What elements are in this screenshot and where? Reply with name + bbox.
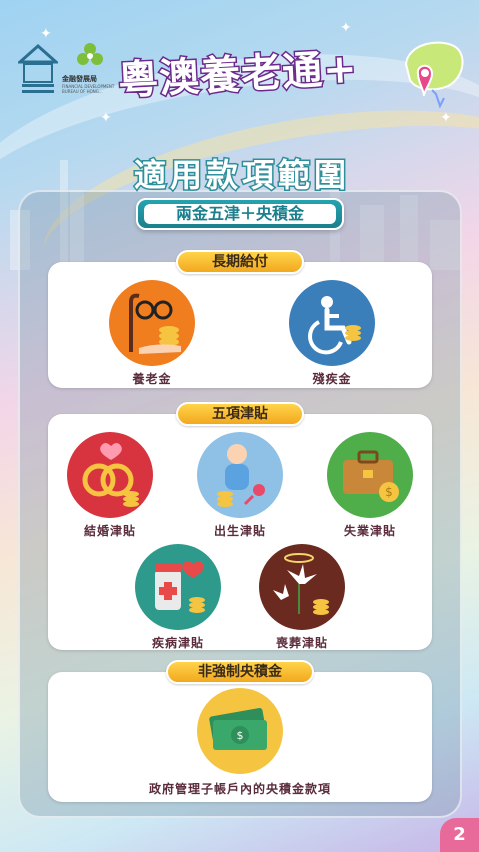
marriage-allowance-label: 結婚津貼 <box>83 524 136 538</box>
medicine-icon <box>135 544 221 630</box>
organization-name: 金融發展局 <box>62 75 97 83</box>
subtitle-text: 兩金五津＋央積金 <box>144 204 336 224</box>
disability-pension-label: 殘疾金 <box>312 372 352 386</box>
list-item: 出生津貼 <box>192 432 288 539</box>
sparkle-icon: ✦ <box>40 26 52 42</box>
baby-icon <box>197 432 283 518</box>
svg-text:$: $ <box>237 729 244 742</box>
sparkle-icon: ✦ <box>100 110 112 126</box>
marriage-rings-icon <box>67 432 153 518</box>
list-item: 殘疾金 <box>284 280 380 387</box>
subtitle-banner: 兩金五津＋央積金 <box>136 198 344 230</box>
briefcase-icon: $ <box>327 432 413 518</box>
list-item: $ 失業津貼 <box>322 432 418 539</box>
unemployment-allowance-label: 失業津貼 <box>343 524 396 538</box>
financial-bureau-logo-icon <box>77 43 103 65</box>
long-term-benefits-heading: 長期給付 <box>176 250 304 274</box>
birth-allowance-label: 出生津貼 <box>213 524 266 538</box>
elderly-pension-icon <box>109 280 195 366</box>
list-item: 喪葬津貼 <box>254 544 350 651</box>
provident-fund-label: 政府管理子帳戶內的央積金款項 <box>148 782 331 796</box>
allowances-heading: 五項津貼 <box>176 402 304 426</box>
list-item: $ 政府管理子帳戶內的央積金款項 <box>100 688 380 797</box>
map-location-icon <box>404 41 464 109</box>
sickness-allowance-label: 疾病津貼 <box>151 636 204 650</box>
svg-text:$: $ <box>385 485 393 499</box>
elderly-pension-label: 養老金 <box>132 372 172 386</box>
page-number: 2 <box>440 818 479 852</box>
list-item: 疾病津貼 <box>130 544 226 651</box>
provident-fund-heading: 非強制央積金 <box>166 660 314 684</box>
cash-icon: $ <box>197 688 283 774</box>
list-item: 養老金 <box>104 280 200 387</box>
funeral-allowance-label: 喪葬津貼 <box>275 636 328 650</box>
list-item: 結婚津貼 <box>62 432 158 539</box>
disability-pension-icon <box>289 280 375 366</box>
section-title: 適用款項範圍 <box>132 155 350 196</box>
government-logo-icon <box>18 44 58 93</box>
sparkle-icon: ✦ <box>340 20 352 36</box>
lily-icon <box>259 544 345 630</box>
